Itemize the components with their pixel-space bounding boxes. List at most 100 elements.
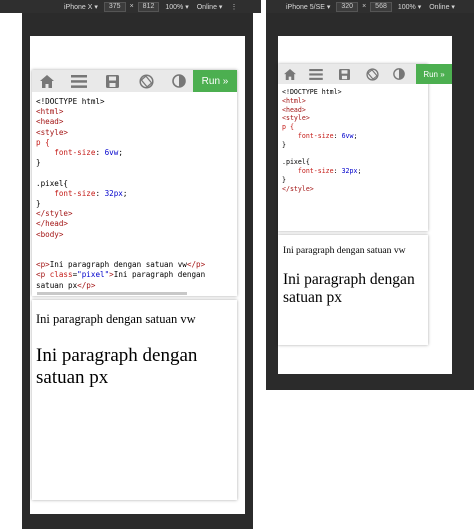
code-line: <head>	[282, 106, 424, 115]
code-token: ;	[357, 167, 362, 176]
code-line: .pixel{	[36, 179, 232, 189]
code-token: font-size	[282, 131, 334, 140]
height-input[interactable]: 812	[137, 1, 160, 12]
editor-panel: <!DOCTYPE html> <html> <head> <style> p { fo…	[278, 64, 428, 231]
code-token: </p>	[186, 260, 206, 270]
code-line: }	[36, 199, 232, 209]
code-line: <html>	[282, 97, 424, 106]
device-toolbar: iPhone X ▾ 375 × 812 100% ▾ Online ▾ ⋮	[0, 0, 261, 13]
code-token: "pixel"	[77, 270, 110, 280]
height-input[interactable]: 568	[370, 1, 392, 12]
code-token: 6vw	[341, 131, 354, 140]
code-line: }	[36, 158, 232, 168]
code-token: font-size	[282, 167, 334, 176]
code-scrollbar[interactable]	[37, 292, 187, 295]
code-token: font-size	[36, 188, 96, 198]
code-token: 6vw	[104, 148, 119, 158]
menu-icon[interactable]	[302, 64, 330, 84]
save-icon[interactable]	[330, 64, 358, 84]
zoom-select[interactable]: 100% ▾	[394, 3, 425, 11]
device-screen: Run » <!DOCTYPE html> <html> <head> <style>…	[30, 36, 245, 514]
result-panel: Ini paragraph dengan satuan vw Ini parag…	[278, 235, 428, 345]
code-token: <head>	[282, 105, 306, 114]
code-token: ;	[122, 188, 128, 198]
width-input[interactable]: 375	[103, 1, 126, 12]
code-token: }	[36, 199, 41, 209]
code-token: .pixel{	[36, 178, 69, 188]
code-token: </style>	[282, 184, 314, 193]
device-frame-iphone-x: iPhone X ▾ 375 × 812 100% ▾ Online ▾ ⋮ R…	[0, 0, 261, 529]
code-line: p {	[282, 123, 424, 132]
output-paragraph-vw: Ini paragraph dengan satuan vw	[283, 245, 406, 256]
code-token: <head>	[36, 117, 64, 127]
contrast-icon[interactable]	[386, 64, 412, 84]
output-paragraph-px: Ini paragraph dengan satuan px	[283, 271, 415, 306]
save-icon[interactable]	[96, 70, 128, 92]
times-icon: ×	[362, 3, 367, 10]
code-token: :	[333, 131, 342, 140]
code-line: <style>	[36, 128, 232, 138]
network-select[interactable]: Online ▾	[425, 3, 459, 11]
code-token: :	[95, 148, 105, 158]
code-token: satuan px	[36, 280, 78, 290]
code-line: </style>	[36, 209, 232, 219]
code-token: p {	[282, 123, 294, 132]
code-token: :	[333, 167, 342, 176]
editor-panel: Run » <!DOCTYPE html> <html> <head> <style>…	[32, 70, 237, 296]
code-token: <!DOCTYPE html>	[282, 88, 342, 96]
code-token: <p	[36, 270, 50, 280]
device-screen: <!DOCTYPE html> <html> <head> <style> p { fo…	[278, 36, 452, 374]
device-frame-iphone-5-se: iPhone 5/SE ▾ 320 × 568 100% ▾ Online ▾	[266, 0, 474, 390]
code-line: <!DOCTYPE html>	[36, 97, 232, 107]
code-token: :	[95, 188, 105, 198]
width-input[interactable]: 320	[336, 1, 359, 12]
rotate-icon[interactable]	[128, 70, 164, 92]
device-select[interactable]: iPhone X ▾	[60, 3, 102, 11]
code-token: </p>	[77, 280, 96, 290]
code-line: font-size: 32px;	[282, 167, 424, 176]
code-line: <head>	[36, 117, 232, 127]
code-token: <html>	[36, 107, 64, 117]
code-token: </head>	[36, 219, 69, 229]
contrast-icon[interactable]	[164, 70, 194, 92]
code-line: <body>	[36, 230, 232, 240]
code-token: ;	[353, 131, 358, 140]
code-editor[interactable]: <!DOCTYPE html> <html> <head> <style> p { fo…	[282, 88, 424, 230]
code-token: class	[49, 270, 73, 280]
code-line: <html>	[36, 107, 232, 117]
code-token: 32px	[104, 188, 123, 198]
more-icon[interactable]: ⋮	[226, 3, 241, 11]
code-line: </style>	[282, 185, 424, 194]
rotate-icon[interactable]	[358, 64, 386, 84]
editor-toolbar: Run »	[32, 70, 237, 92]
code-token: }	[282, 175, 286, 184]
menu-icon[interactable]	[62, 70, 96, 92]
result-panel: Ini paragraph dengan satuan vw Ini parag…	[32, 300, 237, 500]
code-line: }	[282, 176, 424, 185]
home-icon[interactable]	[32, 70, 62, 92]
times-icon: ×	[129, 3, 134, 10]
code-line: <!DOCTYPE html>	[282, 88, 424, 97]
code-token: ;	[118, 148, 123, 158]
code-token: <style>	[282, 114, 310, 123]
code-line: </head>	[36, 219, 232, 229]
run-button[interactable]: Run »	[193, 70, 237, 92]
code-token: <p>	[36, 260, 50, 270]
home-icon[interactable]	[278, 64, 302, 84]
code-line: font-size: 6vw;	[282, 132, 424, 141]
code-token: 32px	[341, 167, 358, 176]
page: iPhone X ▾ 375 × 812 100% ▾ Online ▾ ⋮ R…	[0, 0, 474, 529]
code-token: <style>	[36, 127, 69, 137]
run-button[interactable]: Run »	[416, 64, 452, 84]
code-token: <html>	[282, 96, 306, 105]
output-paragraph-vw: Ini paragraph dengan satuan vw	[36, 312, 196, 326]
zoom-select[interactable]: 100% ▾	[161, 3, 192, 11]
code-token: p {	[36, 137, 50, 147]
code-token: }	[36, 158, 41, 168]
network-select[interactable]: Online ▾	[193, 3, 227, 11]
code-editor[interactable]: <!DOCTYPE html> <html> <head> <style> p { fo…	[36, 97, 232, 293]
device-select[interactable]: iPhone 5/SE ▾	[282, 3, 334, 11]
